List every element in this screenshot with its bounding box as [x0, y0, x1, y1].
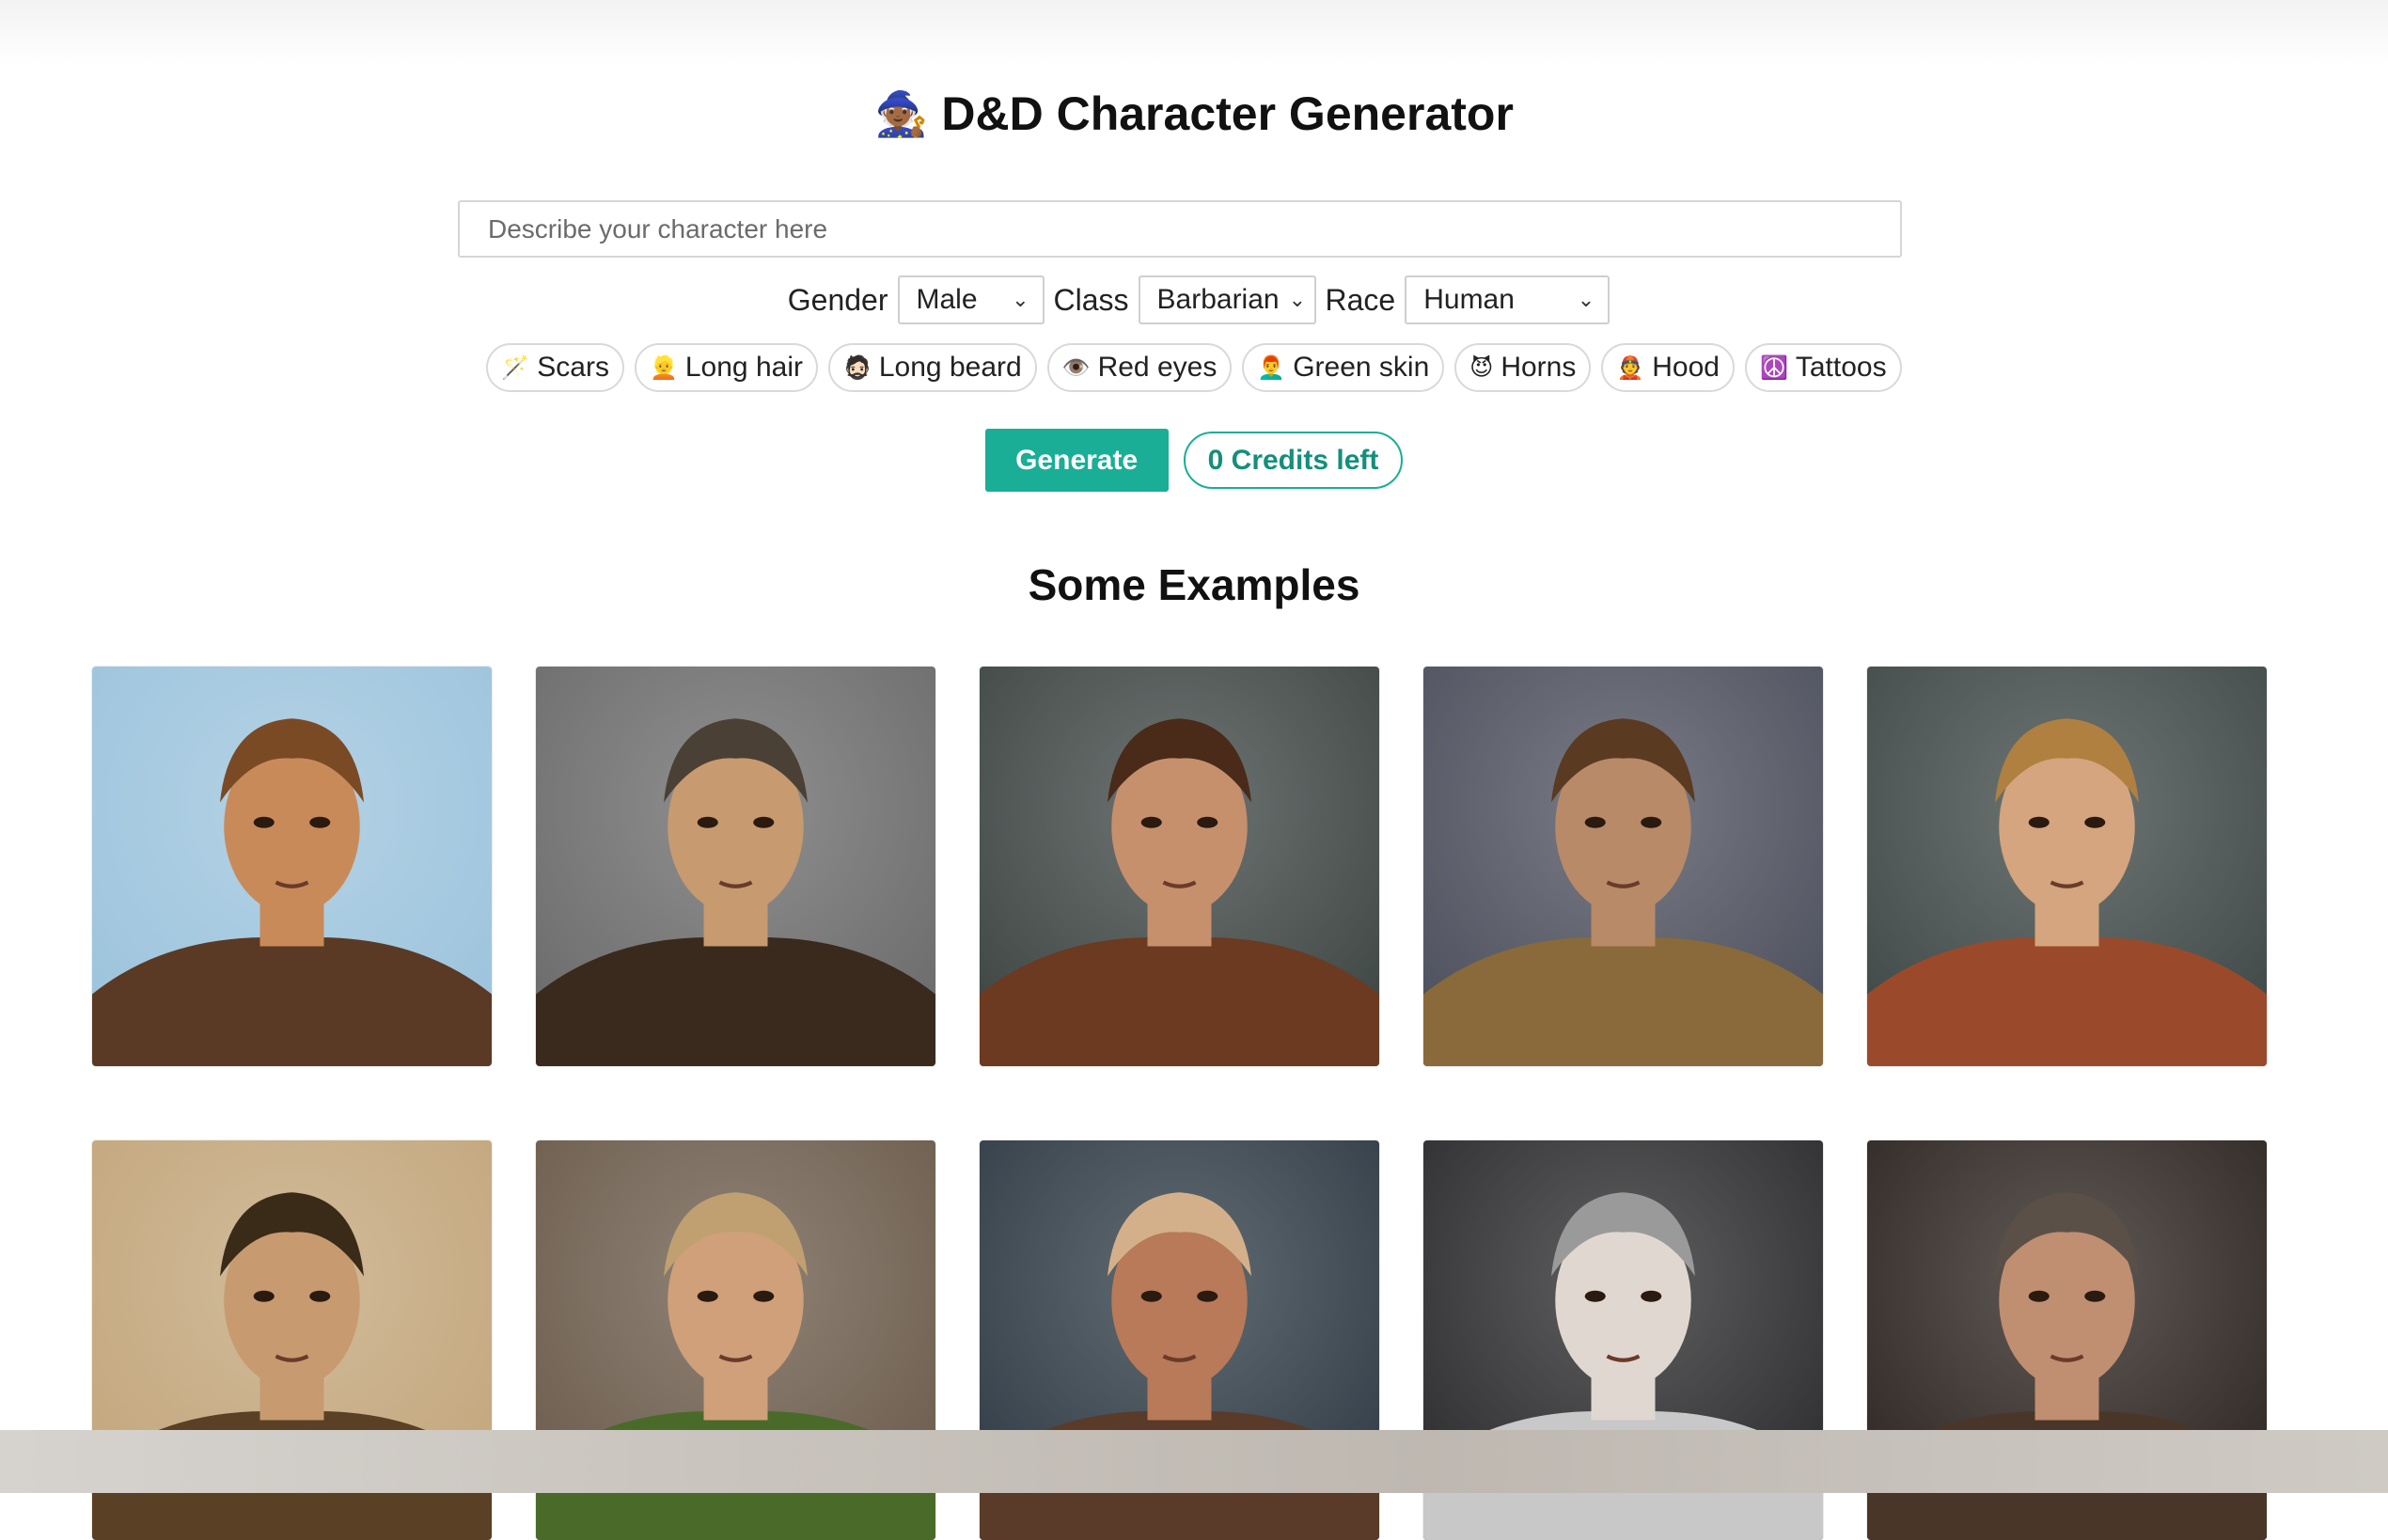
- trait-chip-label: Long beard: [878, 352, 1022, 383]
- trait-chip-horns[interactable]: 😈 Horns: [1454, 343, 1592, 392]
- trait-chip-long-beard[interactable]: 🧔🏻 Long beard: [827, 343, 1037, 392]
- chevron-down-icon: ⌄: [1288, 288, 1307, 311]
- trait-chip-tattoos[interactable]: ☮️ Tattoos: [1744, 343, 1902, 392]
- trait-chip-label: Hood: [1652, 352, 1720, 383]
- credits-button[interactable]: 0 Credits left: [1183, 432, 1404, 489]
- trait-chip-label: Red eyes: [1097, 352, 1218, 383]
- example-portrait-red-haired-warrior[interactable]: [92, 667, 492, 1066]
- bottom-overlay: [0, 1430, 2388, 1493]
- trait-chip-label: Horns: [1500, 352, 1577, 383]
- hooded-person-icon: 👲: [1616, 354, 1645, 381]
- trait-chip-scars[interactable]: 🪄 Scars: [486, 343, 624, 392]
- chevron-down-icon: ⌄: [1012, 288, 1029, 311]
- trait-chip-label: Green skin: [1293, 352, 1430, 383]
- bearded-person-icon: 🧔🏻: [842, 354, 872, 381]
- example-portrait-bald-monk[interactable]: [1867, 667, 2267, 1066]
- example-portrait-crowned-king[interactable]: [1423, 667, 1823, 1066]
- trait-chip-hood[interactable]: 👲 Hood: [1601, 343, 1735, 392]
- trait-chip-label: Scars: [537, 352, 609, 383]
- page-title-text: D&D Character Generator: [941, 87, 1514, 140]
- gender-select-value: Male: [916, 284, 978, 315]
- race-select-value: Human: [1423, 284, 1515, 315]
- wizard-icon: 🧙🏾: [874, 88, 929, 138]
- chevron-down-icon: ⌄: [1577, 288, 1595, 311]
- generate-button[interactable]: Generate: [984, 429, 1169, 492]
- character-description-input[interactable]: [458, 200, 1902, 258]
- blond-person-icon: 👱: [649, 354, 678, 381]
- trait-chips: 🪄 Scars 👱 Long hair 🧔🏻 Long beard 👁️ Red…: [0, 343, 2388, 392]
- devil-icon: 😈: [1469, 354, 1494, 381]
- example-portrait-helmeted-woman[interactable]: [980, 667, 1379, 1066]
- trait-chip-green-skin[interactable]: 👨‍🦰 Green skin: [1242, 343, 1445, 392]
- gender-select[interactable]: Male ⌄: [897, 275, 1045, 324]
- top-fade: [0, 0, 2388, 66]
- gender-label: Gender: [787, 282, 888, 317]
- person-icon: 👨‍🦰: [1257, 354, 1286, 381]
- race-select[interactable]: Human ⌄: [1405, 275, 1610, 324]
- selector-row: Gender Male ⌄ Class Barbarian ⌄ Race Hum…: [0, 275, 2388, 324]
- trait-chip-long-hair[interactable]: 👱 Long hair: [634, 343, 818, 392]
- trait-chip-label: Long hair: [684, 352, 803, 383]
- examples-heading: Some Examples: [1028, 560, 1360, 609]
- example-portrait-dark-haired-man[interactable]: [536, 667, 935, 1066]
- trait-chip-red-eyes[interactable]: 👁️ Red eyes: [1046, 343, 1233, 392]
- page-title: 🧙🏾 D&D Character Generator: [0, 86, 2388, 141]
- action-row: Generate 0 Credits left: [0, 429, 2388, 492]
- wand-icon: 🪄: [501, 354, 530, 381]
- race-label: Race: [1325, 282, 1396, 317]
- peace-icon: ☮️: [1759, 354, 1788, 381]
- class-select[interactable]: Barbarian ⌄: [1138, 275, 1316, 324]
- class-label: Class: [1053, 282, 1129, 317]
- class-select-value: Barbarian: [1156, 284, 1280, 315]
- eye-icon: 👁️: [1061, 354, 1091, 381]
- trait-chip-label: Tattoos: [1795, 352, 1887, 383]
